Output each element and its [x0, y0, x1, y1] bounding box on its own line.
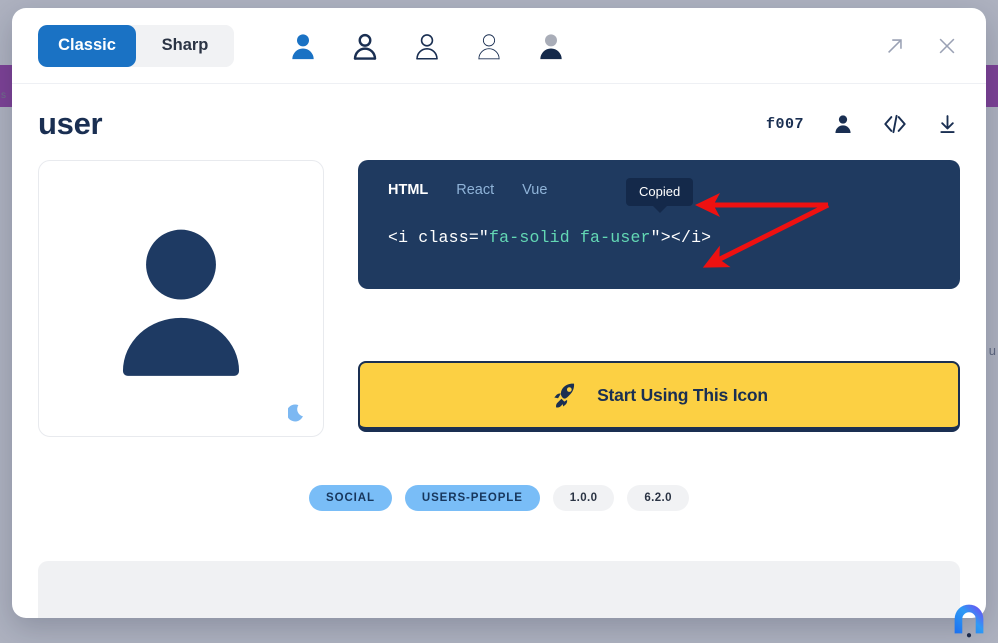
style-variant-light[interactable] [410, 29, 444, 63]
download-icon [939, 114, 955, 133]
tab-vue[interactable]: Vue [522, 182, 547, 198]
tab-react[interactable]: React [456, 182, 494, 198]
backdrop-ghost-text-right: u [988, 343, 996, 358]
badge-category-social[interactable]: SOCIAL [309, 485, 392, 511]
user-solid-icon [122, 229, 240, 376]
badge-category-users-people[interactable]: USERS-PEOPLE [404, 485, 540, 511]
copy-glyph-button[interactable] [830, 111, 856, 137]
style-variant-solid[interactable] [286, 29, 320, 63]
right-column: HTML React Vue <i class="fa-solid fa-use… [358, 160, 960, 432]
user-solid-icon [292, 33, 314, 59]
arrow-up-right-icon [888, 38, 902, 53]
content-columns: HTML React Vue <i class="fa-solid fa-use… [38, 160, 960, 437]
user-thin-icon [478, 33, 500, 59]
user-light-icon [416, 33, 438, 60]
backdrop-ghost-text-left: s [1, 90, 6, 101]
user-duotone-icon [540, 33, 562, 59]
dark-mode-toggle[interactable] [287, 402, 309, 424]
start-using-icon-button[interactable]: Start Using This Icon [358, 361, 960, 432]
code-brackets-icon [884, 114, 906, 134]
user-icon [835, 115, 851, 133]
style-variant-regular[interactable] [348, 29, 382, 63]
header-action-group [882, 33, 960, 59]
title-actions: f007 [766, 111, 960, 137]
badge-version-added[interactable]: 1.0.0 [552, 485, 615, 511]
unicode-code-point: f007 [765, 115, 804, 133]
moon-icon [288, 404, 303, 422]
copied-tooltip: Copied [626, 178, 694, 206]
code-snippet-prefix: <i class=" [388, 228, 490, 247]
cta-label: Start Using This Icon [597, 384, 768, 405]
code-snippet-panel: HTML React Vue <i class="fa-solid fa-use… [358, 160, 960, 289]
close-modal-button[interactable] [934, 33, 960, 59]
style-variant-thin[interactable] [472, 29, 506, 63]
style-family-toggle[interactable]: Classic Sharp [38, 24, 234, 67]
badge-version-current[interactable]: 6.2.0 [627, 485, 689, 511]
modal-header: Classic Sharp [12, 8, 986, 84]
user-regular-icon [353, 33, 377, 60]
rocket-icon [554, 383, 575, 408]
close-x-icon [939, 38, 955, 53]
title-row: user f007 [38, 106, 960, 142]
code-snippet-suffix: "></i> [650, 228, 712, 247]
page-title: user [38, 106, 103, 141]
copy-code-button[interactable] [882, 111, 908, 137]
open-external-link-button[interactable] [882, 33, 908, 59]
style-variant-duotone[interactable] [534, 29, 568, 63]
icon-detail-modal: Classic Sharp user f007 HTML React Vue <… [12, 8, 986, 618]
gradient-n-logo [954, 604, 984, 638]
bottom-content-placeholder [38, 561, 960, 618]
metadata-badge-row: SOCIAL USERS-PEOPLE 1.0.0 6.2.0 [38, 485, 960, 511]
code-snippet-classes: fa-solid fa-user [489, 228, 651, 247]
modal-body: user f007 HTML React Vue <i class="fa-so… [12, 84, 986, 618]
icon-preview-card [38, 160, 324, 437]
style-variant-list [286, 29, 568, 63]
tab-html[interactable]: HTML [388, 182, 428, 198]
style-toggle-sharp[interactable]: Sharp [136, 24, 234, 67]
download-button[interactable] [934, 111, 960, 137]
code-snippet[interactable]: <i class="fa-solid fa-user"></i> [388, 228, 930, 247]
style-toggle-classic[interactable]: Classic [38, 24, 136, 67]
